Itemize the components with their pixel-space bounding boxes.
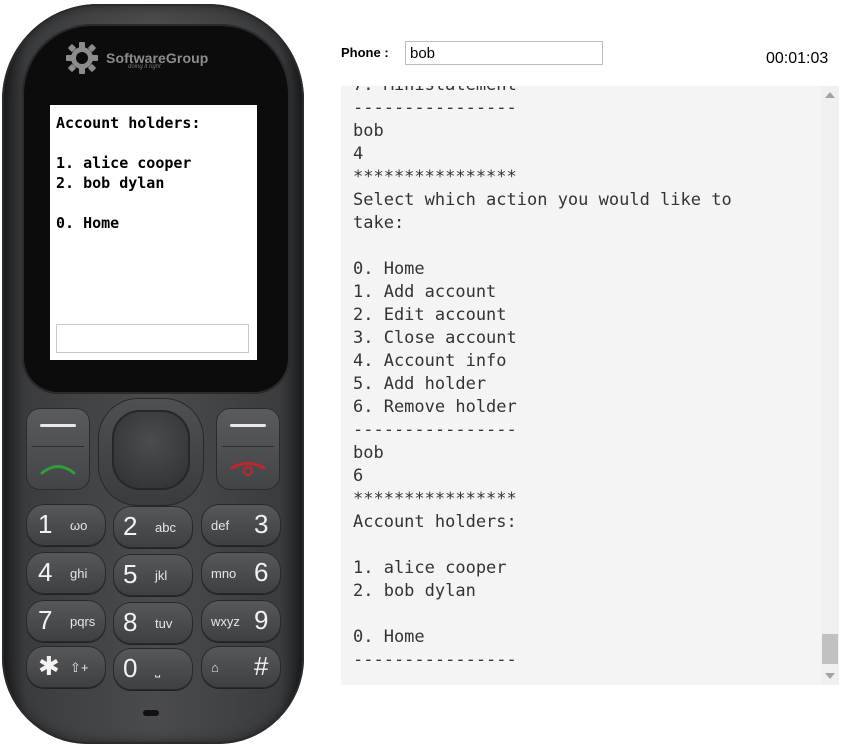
screen-text: Account holders: 1. alice cooper 2. bob … [56,114,201,232]
key-1[interactable]: 1 ωo [26,504,106,546]
scroll-down-arrow-icon[interactable] [825,673,835,679]
brand-tagline: doing it right [128,64,161,70]
key-7[interactable]: 7 pqrs [26,600,106,642]
end-call-icon [230,462,266,476]
log-scrollbar[interactable] [821,86,839,685]
phone-screen: Account holders: 1. alice cooper 2. bob … [50,105,257,360]
call-icon [40,465,76,475]
key-3[interactable]: 3 def [201,504,281,546]
key-6[interactable]: 6 mno [201,552,281,594]
scroll-thumb[interactable] [822,634,838,664]
key-8[interactable]: 8 tuv [113,602,193,644]
call-button[interactable] [26,408,90,490]
navigation-pad[interactable] [98,398,204,506]
scroll-up-arrow-icon[interactable] [825,92,835,98]
left-softkey-bar-icon [40,424,76,427]
key-4[interactable]: 4 ghi [26,552,106,594]
key-9[interactable]: 9 wxyz [201,600,281,642]
key-hash[interactable]: # ⌂ [201,646,281,688]
brand-logo: SoftwareGroup [64,38,208,78]
screen-input-field[interactable] [56,324,249,353]
log-text: 7. Ministatement ---------------- bob 4 … [353,86,732,670]
phone-number-input[interactable] [405,41,603,65]
key-0[interactable]: 0 ⎵ [113,648,193,690]
end-call-button[interactable] [216,408,280,490]
nav-center-button[interactable] [112,410,190,490]
gear-logo-icon [66,42,98,74]
key-5[interactable]: 5 jkl [113,554,193,596]
session-timer: 00:01:03 [766,50,829,67]
key-2[interactable]: 2 abc [113,506,193,548]
session-log[interactable]: 7. Ministatement ---------------- bob 4 … [341,86,821,685]
phone-label: Phone : [341,45,389,60]
right-softkey-bar-icon [230,424,266,427]
speaker-slot [143,710,159,716]
key-star[interactable]: ✱ ⇧+ [26,646,106,688]
